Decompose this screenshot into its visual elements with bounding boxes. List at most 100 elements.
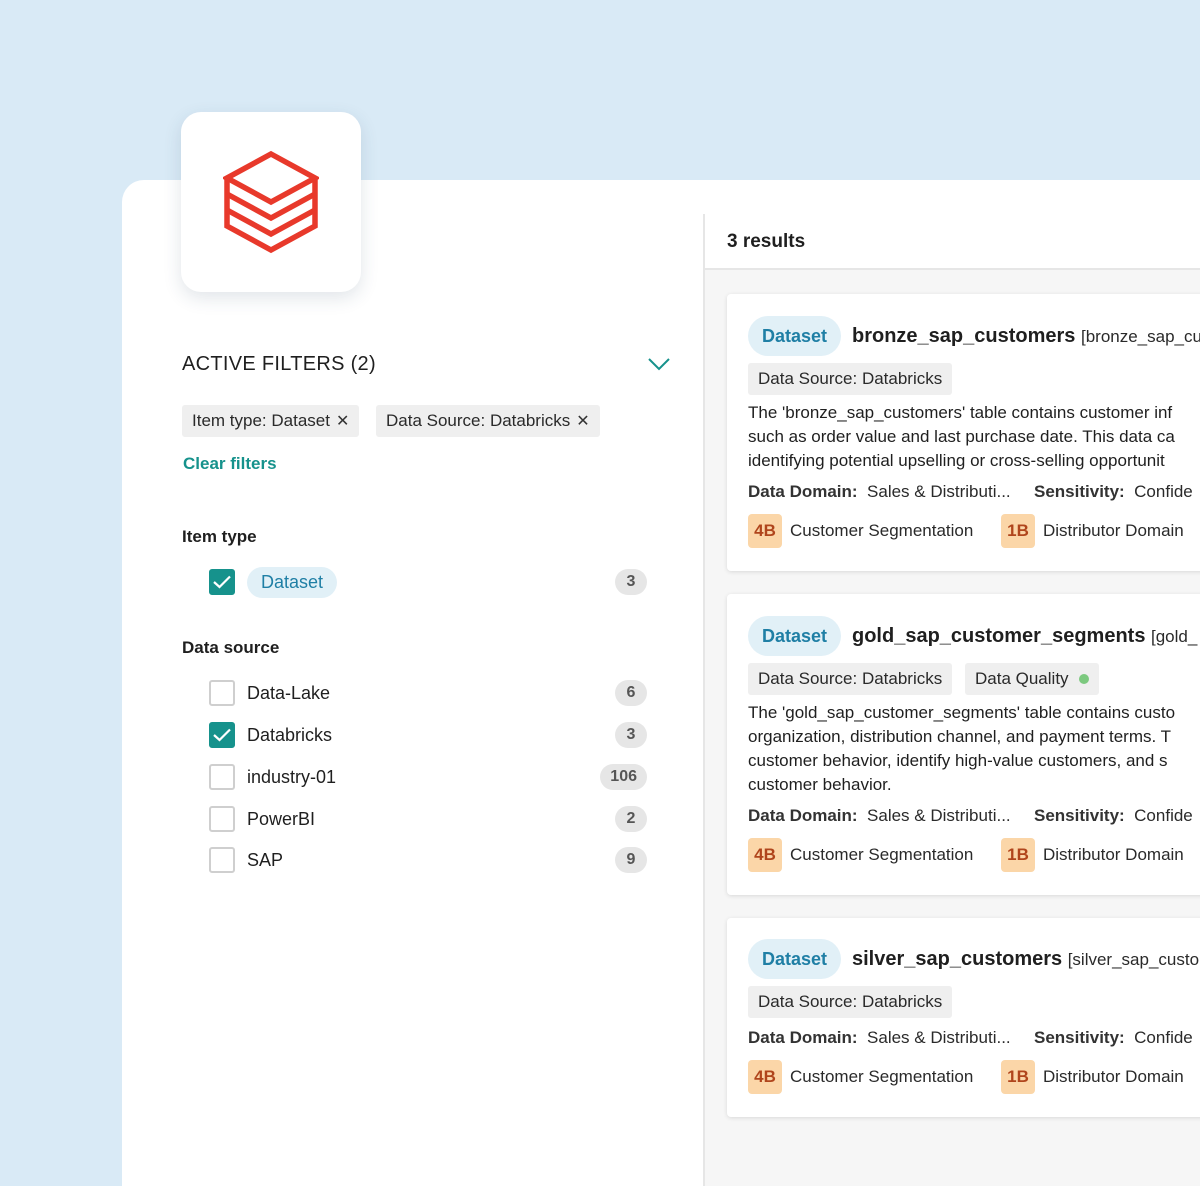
close-icon[interactable]: ✕ [576,411,589,431]
data-domain: Data Domain: Sales & Distributi... [748,806,1011,826]
checkbox[interactable] [209,847,235,873]
clear-filters-link[interactable]: Clear filters [183,454,277,474]
glossary-badge: 4B [748,838,782,872]
data-source-option-powerbi[interactable]: PowerBI 2 [209,805,649,833]
active-filters-title: ACTIVE FILTERS (2) [182,353,376,375]
description-line: The 'gold_sap_customer_segments' table c… [748,703,1176,722]
option-count: 2 [615,806,647,832]
glossary-term[interactable]: 4B Customer Segmentation [748,514,973,548]
data-source-option-data-lake[interactable]: Data-Lake 6 [209,679,649,707]
glossary-label: Distributor Domain [1043,1067,1184,1086]
data-source-option-industry-01[interactable]: industry-01 106 [209,763,649,791]
glossary-label: Distributor Domain [1043,845,1184,864]
checkbox[interactable] [209,806,235,832]
option-label: SAP [247,849,284,870]
result-title[interactable]: bronze_sap_customers [bronze_sap_cu [852,325,1200,348]
data-domain: Data Domain: Sales & Distributi... [748,1028,1011,1048]
tag-data-quality: Data Quality [965,663,1099,695]
sensitivity: Sensitivity: Confide [1034,806,1193,826]
option-label: Dataset [247,566,338,598]
sensitivity-value: Confide [1134,482,1193,501]
glossary-label: Distributor Domain [1043,521,1184,540]
glossary-badge: 4B [748,514,782,548]
tag-data-source: Data Source: Databricks [748,663,953,695]
description-line: identifying potential upselling or cross… [748,451,1165,470]
data-domain-label: Data Domain: [748,1028,858,1047]
glossary-term[interactable]: 1B Distributor Domain [1001,838,1184,872]
result-name: silver_sap_customers [852,948,1063,970]
glossary-label: Customer Segmentation [790,521,974,540]
option-count: 106 [600,764,647,790]
item-type-heading: Item type [182,527,257,546]
sensitivity-label: Sensitivity: [1034,482,1125,501]
data-domain-value: Sales & Distributi... [867,1028,1011,1047]
checkbox[interactable] [209,764,235,790]
result-card[interactable]: Dataset silver_sap_customers [silver_sap… [727,918,1200,1117]
glossary-badge: 1B [1001,838,1035,872]
result-description: The 'bronze_sap_customers' table contain… [748,401,1200,473]
chip-label: Data Source: Databricks [386,411,571,430]
result-card[interactable]: Dataset bronze_sap_customers [bronze_sap… [727,294,1200,571]
result-title[interactable]: silver_sap_customers [silver_sap_custo [852,948,1199,971]
sensitivity-value: Confide [1134,806,1193,825]
result-description: The 'gold_sap_customer_segments' table c… [748,701,1200,797]
check-icon [213,728,231,742]
data-source-heading: Data source [182,638,280,657]
option-count: 9 [615,847,647,873]
glossary-term[interactable]: 1B Distributor Domain [1001,514,1184,548]
result-title[interactable]: gold_sap_customer_segments [gold_ [852,625,1197,648]
description-line: The 'bronze_sap_customers' table contain… [748,403,1173,422]
data-source-option-databricks[interactable]: Databricks 3 [209,721,649,749]
description-line: organization, distribution channel, and … [748,727,1172,746]
glossary-label: Customer Segmentation [790,1067,974,1086]
check-icon [213,575,231,589]
data-domain-label: Data Domain: [748,806,858,825]
item-type-option-dataset[interactable]: Dataset 3 [209,566,649,598]
chip-label: Item type: Dataset [192,411,330,430]
data-domain-value: Sales & Distributi... [867,482,1011,501]
tag-data-source: Data Source: Databricks [748,363,953,395]
data-domain-label: Data Domain: [748,482,858,501]
tag-data-source: Data Source: Databricks [748,986,953,1018]
item-type-pill: Dataset [748,316,842,356]
description-line: customer behavior, identify high-value c… [748,751,1168,770]
databricks-logo [181,112,361,292]
option-count: 3 [615,722,647,748]
data-domain-value: Sales & Distributi... [867,806,1011,825]
option-label: Data-Lake [247,682,331,703]
option-count: 3 [615,569,647,595]
description-line: customer behavior. [748,775,892,794]
data-domain: Data Domain: Sales & Distributi... [748,482,1011,502]
databricks-stack-icon [223,150,319,254]
filter-chip-item-type[interactable]: Item type: Dataset ✕ [182,405,360,437]
result-name: gold_sap_customer_segments [852,625,1146,647]
sensitivity-label: Sensitivity: [1034,1028,1125,1047]
close-icon[interactable]: ✕ [336,411,349,431]
glossary-badge: 1B [1001,514,1035,548]
glossary-term[interactable]: 4B Customer Segmentation [748,1060,973,1094]
top-strip [704,180,1200,214]
result-alias: [silver_sap_custo [1067,950,1200,969]
checkbox[interactable] [209,680,235,706]
glossary-badge: 4B [748,1060,782,1094]
checkbox-checked[interactable] [209,569,235,595]
result-alias: [bronze_sap_cu [1080,327,1200,346]
filter-chip-data-source[interactable]: Data Source: Databricks ✕ [376,405,600,437]
option-count: 6 [615,680,647,706]
sensitivity-label: Sensitivity: [1034,806,1125,825]
status-dot-icon [1078,674,1089,684]
option-label: Databricks [247,724,333,745]
result-card[interactable]: Dataset gold_sap_customer_segments [gold… [727,594,1200,895]
sensitivity: Sensitivity: Confide [1034,1028,1193,1048]
results-count-title: 3 results [727,231,806,252]
glossary-term[interactable]: 4B Customer Segmentation [748,838,973,872]
result-name: bronze_sap_customers [852,325,1076,347]
chevron-down-icon[interactable] [647,356,671,372]
checkbox-checked[interactable] [209,722,235,748]
glossary-term[interactable]: 1B Distributor Domain [1001,1060,1184,1094]
data-source-option-sap[interactable]: SAP 9 [209,846,649,874]
tag-label: Data Quality [975,669,1069,688]
sensitivity: Sensitivity: Confide [1034,482,1193,502]
option-label: industry-01 [247,766,337,787]
option-label: PowerBI [247,808,316,829]
